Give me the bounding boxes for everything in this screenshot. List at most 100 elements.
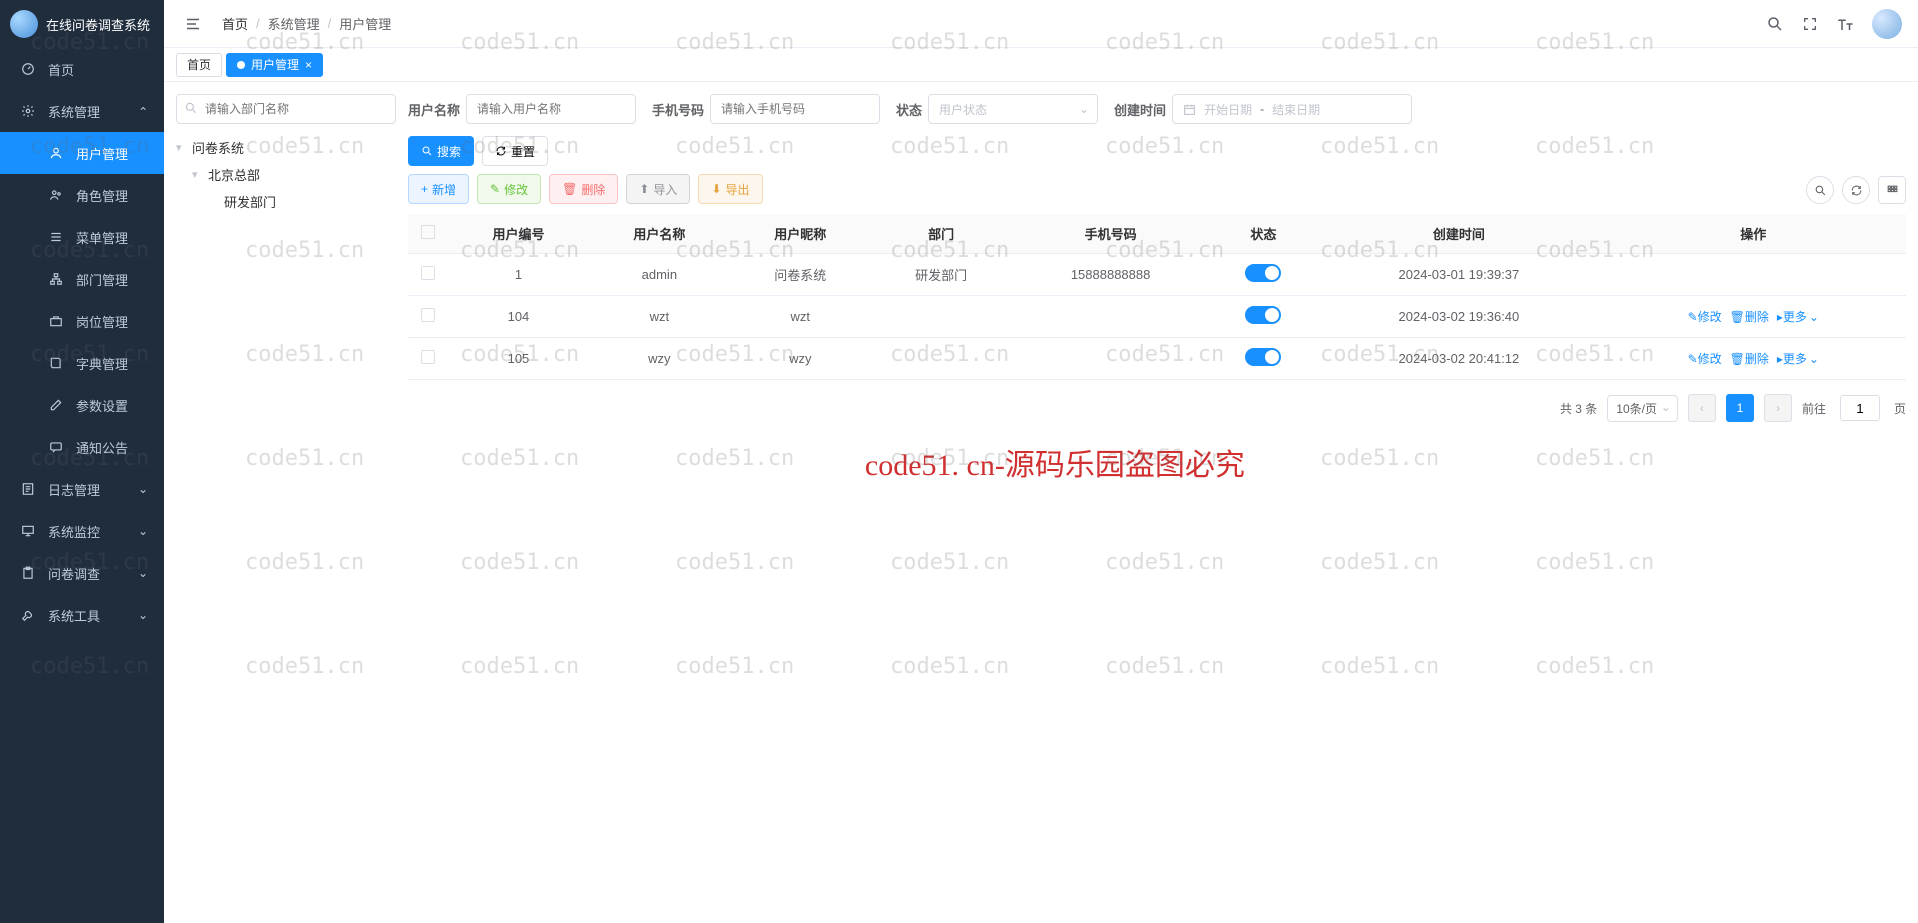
logo-area: 在线问卷调查系统 [0,0,164,48]
upload-icon: ⬆ [639,182,649,196]
search-icon [184,101,198,115]
prev-page-button[interactable]: ‹ [1688,394,1716,422]
tree-node-root[interactable]: ▾ 问卷系统 [176,134,396,161]
sidebar-item-label: 参数设置 [76,396,128,415]
status-switch[interactable] [1245,306,1281,324]
table-row: 105wzywzy2024-03-02 20:41:12✎修改🗑删除▸更多 [408,338,1906,380]
row-edit-link[interactable]: ✎修改 [1688,350,1722,367]
search-button[interactable]: 搜索 [408,136,474,166]
export-button[interactable]: ⬇导出 [698,174,762,204]
date-separator: - [1260,102,1264,116]
hide-search-icon[interactable] [1806,176,1834,204]
cell-nickname: wzt [730,296,871,338]
cell-nickname: 问卷系统 [730,254,871,296]
row-edit-link[interactable]: ✎修改 [1688,308,1722,325]
sidebar-item-home[interactable]: 首页 [0,48,164,90]
refresh-icon [495,145,507,157]
row-delete-link[interactable]: 🗑删除 [1730,308,1769,325]
goto-page-input[interactable] [1840,395,1880,421]
dept-search-input[interactable] [176,94,396,124]
sidebar-item-dict-manage[interactable]: 字典管理 [0,342,164,384]
breadcrumb-home[interactable]: 首页 [222,14,248,33]
sidebar-item-log-manage[interactable]: 日志管理 ⌄ [0,468,164,510]
sidebar-item-post-manage[interactable]: 岗位管理 [0,300,164,342]
cell-userid: 105 [448,338,589,380]
search-icon[interactable] [1766,15,1784,33]
tab-user-manage[interactable]: 用户管理 × [226,53,323,77]
row-checkbox[interactable] [421,266,435,280]
book-icon [48,356,64,370]
page-number-button[interactable]: 1 [1726,394,1754,422]
tab-label: 首页 [187,56,211,73]
cell-dept [871,296,1012,338]
reset-button[interactable]: 重置 [482,136,548,166]
cell-phone [1012,338,1210,380]
date-range-picker[interactable]: 开始日期 - 结束日期 [1172,94,1412,124]
col-action: 操作 [1601,214,1906,254]
phone-input[interactable] [710,94,880,124]
sidebar-item-survey[interactable]: 问卷调查 ⌄ [0,552,164,594]
cell-userid: 104 [448,296,589,338]
sidebar-item-user-manage[interactable]: 用户管理 [0,132,164,174]
row-delete-link[interactable]: 🗑删除 [1730,350,1769,367]
row-more-link[interactable]: ▸更多 [1777,350,1819,367]
chevron-down-icon: ⌄ [138,524,148,538]
col-dept: 部门 [871,214,1012,254]
fullscreen-icon[interactable] [1802,16,1818,32]
pagination-total: 共 3 条 [1560,400,1597,417]
sidebar-item-label: 系统管理 [48,102,100,121]
status-select[interactable]: 用户状态 [928,94,1098,124]
dashboard-icon [20,62,36,76]
edit-button[interactable]: ✎修改 [477,174,541,204]
caret-down-icon: ▾ [192,168,204,181]
hamburger-icon[interactable] [180,11,206,37]
sidebar-item-dept-manage[interactable]: 部门管理 [0,258,164,300]
columns-icon[interactable] [1878,176,1906,204]
sidebar-item-role-manage[interactable]: 角色管理 [0,174,164,216]
end-date-placeholder: 结束日期 [1272,101,1320,118]
add-button[interactable]: +新增 [408,174,469,204]
sidebar-item-label: 首页 [48,60,74,79]
sidebar-item-notice[interactable]: 通知公告 [0,426,164,468]
tab-label: 用户管理 [251,56,299,73]
row-checkbox[interactable] [421,308,435,322]
avatar[interactable] [1872,9,1902,39]
tree-node-label: 研发部门 [224,192,276,211]
sidebar-item-param-set[interactable]: 参数设置 [0,384,164,426]
username-input[interactable] [466,94,636,124]
tree-node-label: 问卷系统 [192,138,244,157]
sidebar-item-label: 菜单管理 [76,228,128,247]
delete-button[interactable]: 🗑删除 [549,174,618,204]
tree-node[interactable]: 研发部门 [208,188,396,215]
row-checkbox[interactable] [421,350,435,364]
row-more-link[interactable]: ▸更多 [1777,308,1819,325]
col-userid: 用户编号 [448,214,589,254]
cell-dept: 研发部门 [871,254,1012,296]
tab-home[interactable]: 首页 [176,53,222,77]
next-page-button[interactable]: › [1764,394,1792,422]
fontsize-icon[interactable] [1836,15,1854,33]
select-all-checkbox[interactable] [421,225,435,239]
status-switch[interactable] [1245,348,1281,366]
cell-nickname: wzy [730,338,871,380]
sidebar-item-system-monitor[interactable]: 系统监控 ⌄ [0,510,164,552]
breadcrumb: 首页 / 系统管理 / 用户管理 [222,14,1766,33]
sidebar-item-menu-manage[interactable]: 菜单管理 [0,216,164,258]
page-size-select[interactable]: 10条/页 [1607,395,1678,422]
filter-label-status: 状态 [896,100,922,119]
close-icon[interactable]: × [305,58,312,72]
user-icon [48,146,64,160]
sidebar-item-system-tools[interactable]: 系统工具 ⌄ [0,594,164,636]
chevron-down-icon: ⌄ [138,566,148,580]
table-row: 1admin问卷系统研发部门158888888882024-03-01 19:3… [408,254,1906,296]
tree-node[interactable]: ▾ 北京总部 [192,161,396,188]
status-switch[interactable] [1245,264,1281,282]
col-username: 用户名称 [589,214,730,254]
sidebar-item-system-manage[interactable]: 系统管理 ⌄ [0,90,164,132]
breadcrumb-sep: / [256,16,260,31]
edit-icon: ✎ [490,182,500,196]
import-button[interactable]: ⬆导入 [626,174,690,204]
refresh-icon[interactable] [1842,176,1870,204]
users-icon [48,188,64,202]
list-icon [48,230,64,244]
